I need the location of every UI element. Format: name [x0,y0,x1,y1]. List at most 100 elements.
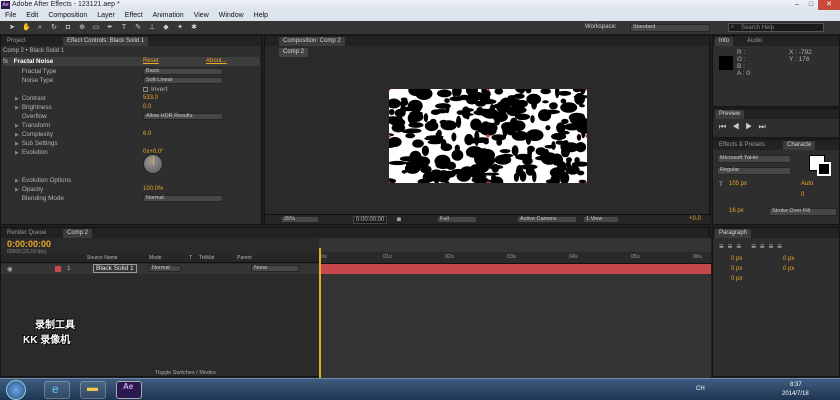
selection-tool-icon[interactable]: ➤ [8,24,16,32]
tab-info[interactable]: Info [715,37,734,46]
timeline-timecode[interactable]: 0:00:00:00 [7,239,51,249]
camera-select[interactable]: Active Camera [517,216,577,223]
transform-handle[interactable] [389,89,391,91]
toggle-switches-modes[interactable]: Toggle Switches / Modes [155,370,216,376]
label-color[interactable] [55,266,61,272]
puppet-tool-icon[interactable]: ✱ [190,24,198,32]
tab-paragraph[interactable]: Paragraph [715,229,752,238]
eraser-tool-icon[interactable]: ◆ [162,24,170,32]
transform-handle[interactable] [389,134,391,138]
transform-handle[interactable] [585,134,588,138]
evolution-dial[interactable] [143,154,163,174]
maximize-icon[interactable]: □ [804,0,818,10]
visibility-icon[interactable]: ◉ [7,265,13,273]
rotate-tool-icon[interactable]: ↻ [50,24,58,32]
invert-checkbox[interactable] [143,87,148,92]
clock-date[interactable]: 2014/7/18 [782,391,809,397]
menu-help[interactable]: Help [249,10,273,21]
comp-timecode[interactable]: 0:00:00:00 [353,216,388,224]
brush-tool-icon[interactable]: ✎ [134,24,142,32]
leading-value[interactable]: Auto [801,181,813,187]
menu-animation[interactable]: Animation [148,10,189,21]
prop-dropdown[interactable]: Allow HDR Results [143,113,223,120]
space-after[interactable]: 0 px [731,276,742,282]
menu-edit[interactable]: Edit [21,10,43,21]
expand-triangle-icon[interactable]: ▶ [15,178,19,184]
transform-handle[interactable] [585,181,588,184]
close-icon[interactable]: ✕ [818,0,840,10]
prop-row[interactable]: ▶ Evolution Options [1,176,261,185]
preview-controls[interactable]: ⏮◀▶⏭ [719,122,772,132]
font-size-value[interactable]: 105 px [729,181,747,187]
tab-audio[interactable]: Audio [743,37,766,46]
expand-triangle-icon[interactable]: ▶ [15,187,19,193]
prop-row[interactable]: ▶ Opacity [1,185,261,194]
prop-value[interactable]: 533.0 [143,94,158,103]
expand-triangle-icon[interactable]: ▶ [15,150,19,156]
tab-preview[interactable]: Preview [715,110,745,119]
expand-triangle-icon[interactable]: ▶ [15,141,19,147]
search-help-input[interactable]: Search Help [728,23,824,32]
font-select[interactable]: Microsoft YaHei [717,155,791,163]
indent-right[interactable]: 0 px [783,256,794,262]
tab-render-queue[interactable]: Render Queue [3,229,50,238]
zoom-tool-icon[interactable]: ⌕ [36,24,44,32]
prop-dropdown[interactable]: Normal [143,195,223,202]
after-effects-taskbar-icon[interactable]: Ae [116,381,142,399]
stroke-color[interactable] [817,162,831,176]
fractal-noise-preview[interactable] [389,89,587,183]
pen-tool-icon[interactable]: ✒ [106,24,114,32]
expand-triangle-icon[interactable]: ▶ [15,105,19,111]
indent-first[interactable]: 0 px [731,266,742,272]
tab-effects-presets[interactable]: Effects & Presets [715,141,769,150]
layer-row[interactable]: ◉ 1 Black Solid 1 Normal None [1,264,319,274]
comp-sub-tab[interactable]: Comp 2 [279,48,309,57]
start-button[interactable] [6,380,26,400]
stroke-mode-select[interactable]: Stroke Over Fill [769,208,837,216]
transform-handle[interactable] [486,89,490,91]
tab-project[interactable]: Project [3,37,30,46]
prop-row[interactable]: ▶ Brightness [1,103,261,112]
expand-triangle-icon[interactable]: ▶ [15,132,19,138]
prop-value[interactable]: 0.0 [143,103,151,112]
fx-badge[interactable]: fx [3,58,8,65]
tab-effect-controls[interactable]: Effect Controls: Black Solid 1 [63,37,149,46]
menu-file[interactable]: File [0,10,21,21]
mask-tool-icon[interactable]: ▭ [92,24,100,32]
prop-value[interactable]: 6.0 [143,130,151,139]
tracking-value[interactable]: 0 [801,192,804,198]
exposure-value[interactable]: +0.0 [689,216,701,222]
alignment-buttons[interactable]: ≡≡≡ ≡≡≡≡ [719,242,786,251]
layer-mode-select[interactable]: Normal [149,265,181,272]
prop-row[interactable]: ▶ Complexity [1,130,261,139]
language-indicator[interactable]: CH [696,386,705,392]
font-style-select[interactable]: Regular [717,167,791,175]
type-tool-icon[interactable]: T [120,24,128,32]
menu-effect[interactable]: Effect [120,10,148,21]
layer-parent-select[interactable]: None [251,265,299,272]
transform-handle[interactable] [486,134,490,138]
reset-link[interactable]: Reset [143,58,159,64]
views-select[interactable]: 1 View [583,216,619,223]
expand-triangle-icon[interactable]: ▶ [15,96,19,102]
transform-handle[interactable] [389,181,391,184]
menu-composition[interactable]: Composition [43,10,92,21]
layer-name[interactable]: Black Solid 1 [93,264,137,273]
menu-view[interactable]: View [189,10,214,21]
space-before[interactable]: 0 px [783,266,794,272]
prop-row[interactable]: ▶ Sub Settings [1,139,261,148]
prop-row[interactable]: ▶ [1,85,261,94]
menu-layer[interactable]: Layer [92,10,120,21]
snapshot-icon[interactable]: ◙ [397,216,401,223]
workspace-select[interactable]: Standard [630,24,710,32]
clock-time[interactable]: 8:37 [790,382,802,388]
roto-tool-icon[interactable]: ✦ [176,24,184,32]
layer-duration-bar[interactable] [321,264,711,274]
camera-tool-icon[interactable]: ◘ [64,24,72,32]
hand-tool-icon[interactable]: ✋ [22,24,31,32]
about-link[interactable]: About... [206,58,227,64]
transform-handle[interactable] [486,181,490,184]
resolution-select[interactable]: Full [437,216,477,223]
prop-row[interactable]: ▶ Evolution [1,148,261,157]
tab-composition[interactable]: Composition: Comp 2 [279,37,345,46]
